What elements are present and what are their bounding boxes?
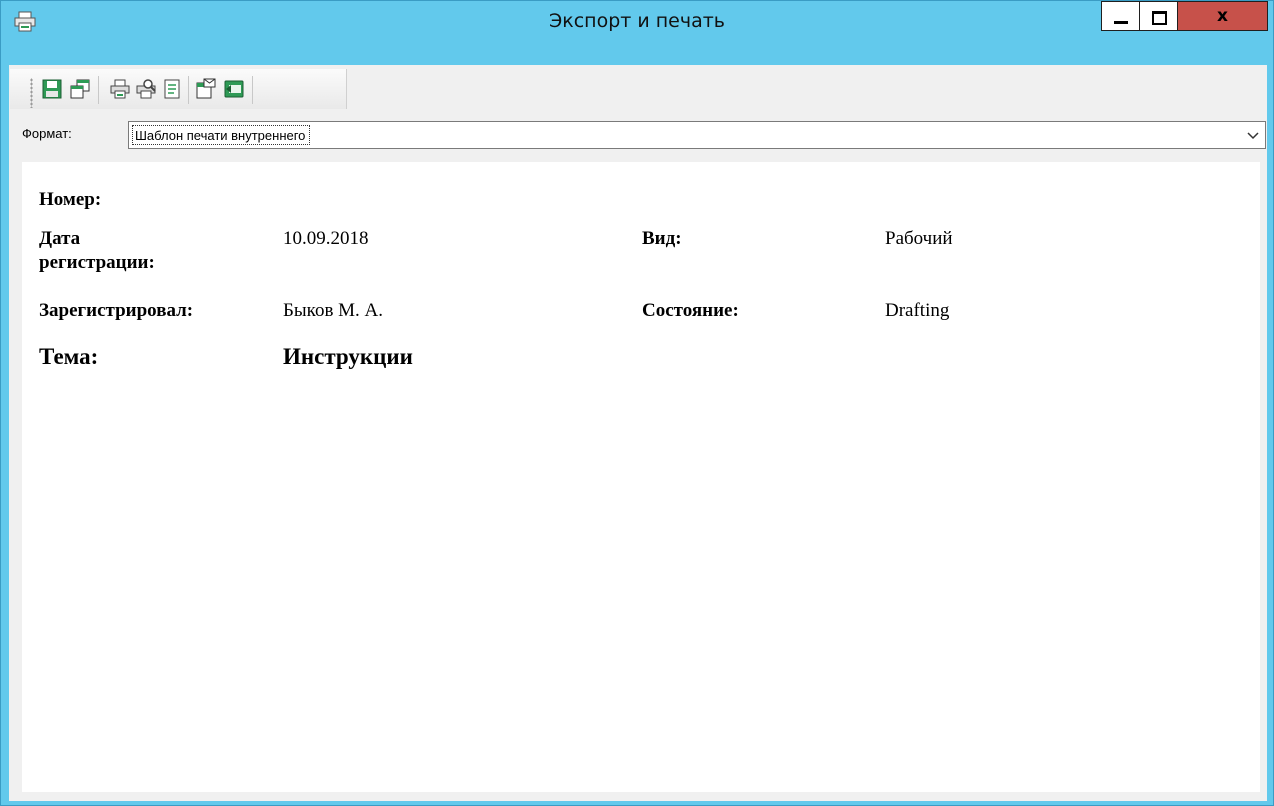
type-value: Рабочий (885, 228, 953, 249)
format-select[interactable]: Шаблон печати внутреннего (128, 121, 1266, 149)
reg-date-label: Дата регистрации: (39, 228, 155, 274)
toolbar-grip[interactable] (30, 78, 33, 108)
reg-date-label-line2: регистрации: (39, 252, 155, 273)
minimize-button[interactable] (1101, 1, 1140, 31)
reg-date-label-line1: Дата (39, 228, 81, 249)
state-value: Drafting (885, 300, 950, 321)
close-button[interactable]: x (1177, 1, 1268, 31)
subject-value: Инструкции (283, 344, 413, 369)
reg-date-value: 10.09.2018 (283, 228, 369, 249)
toolbar-separator (188, 76, 189, 104)
toolbar-separator (252, 76, 253, 104)
print-icon[interactable] (110, 78, 130, 100)
subject-label: Тема: (39, 344, 99, 369)
registered-by-label: Зарегистрировал: (39, 300, 194, 321)
window-title: Экспорт и печать (548, 10, 726, 32)
print-preview-icon[interactable] (136, 78, 156, 100)
title-bar[interactable]: Экспорт и печать x (1, 1, 1273, 41)
chevron-down-icon[interactable] (1245, 126, 1261, 144)
toolbar-separator (98, 76, 99, 104)
format-label: Формат: (22, 126, 72, 141)
minimize-icon (1114, 21, 1128, 24)
copy-icon[interactable] (70, 78, 90, 100)
registered-by-value: Быков М. А. (283, 300, 384, 321)
document-preview: Номер: Дата регистрации: 10.09.2018 Вид:… (22, 162, 1260, 792)
number-label: Номер: (39, 189, 102, 210)
page-setup-icon[interactable] (162, 78, 182, 100)
close-icon: x (1217, 6, 1228, 26)
send-mail-icon[interactable] (196, 78, 216, 100)
state-label: Состояние: (642, 300, 739, 321)
format-selected-value: Шаблон печати внутреннего (132, 125, 311, 145)
save-icon[interactable] (42, 78, 62, 100)
maximize-icon (1152, 11, 1167, 25)
type-label: Вид: (642, 228, 682, 249)
maximize-button[interactable] (1139, 1, 1178, 31)
export-icon[interactable] (224, 78, 244, 100)
